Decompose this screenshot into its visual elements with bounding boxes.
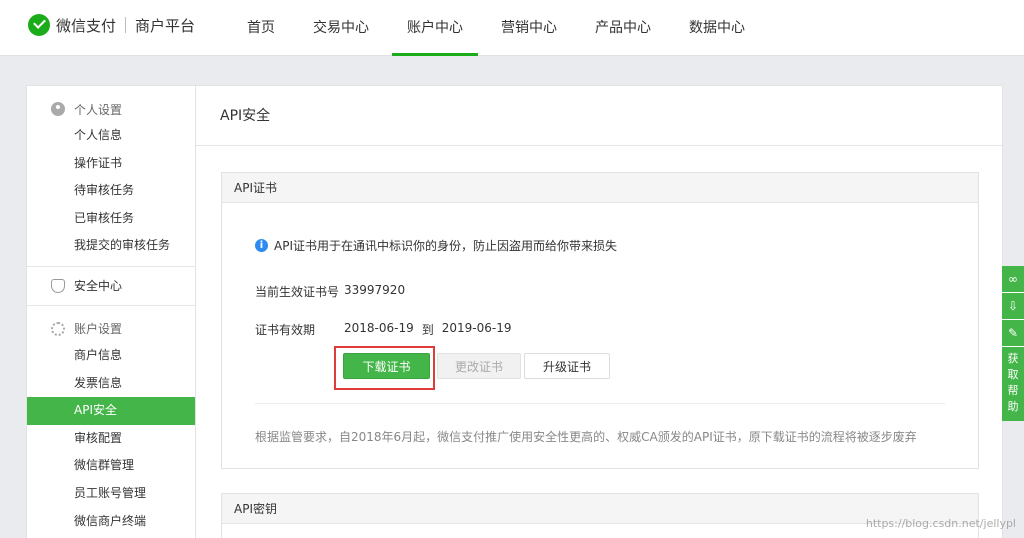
sidebar-head-label: 个人设置 xyxy=(74,102,123,117)
sidebar-head-label: 安全中心 xyxy=(74,279,123,294)
page-title: API安全 xyxy=(196,86,1002,146)
sidebar-item-operation-cert[interactable]: 操作证书 xyxy=(27,150,195,178)
sidebar-group-personal: 个人设置 个人信息 操作证书 待审核任务 已审核任务 我提交的审核任务 xyxy=(27,86,195,267)
nav-home[interactable]: 首页 xyxy=(232,0,290,56)
sidebar-group-account: 账户设置 商户信息 发票信息 API安全 审核配置 微信群管理 员工账号管理 微… xyxy=(27,306,195,538)
cert-number-value: 33997920 xyxy=(344,283,406,297)
shield-icon xyxy=(51,278,65,293)
cert-footnote: 根据监管要求，自2018年6月起，微信支付推广使用安全性更高的、权威CA颁发的A… xyxy=(255,430,917,444)
help-label: 获取帮助 xyxy=(1007,352,1019,413)
sidebar-head-personal: 个人设置 xyxy=(27,96,195,122)
api-key-panel: API密钥 xyxy=(221,493,979,538)
panel-title: API密钥 xyxy=(222,494,978,524)
sidebar-item-pending-tasks[interactable]: 待审核任务 xyxy=(27,177,195,205)
link-icon[interactable]: ∞ xyxy=(1002,266,1024,293)
upgrade-cert-button[interactable]: 升级证书 xyxy=(524,353,610,379)
top-bar: 微信支付 商户平台 首页 交易中心 账户中心 营销中心 产品中心 数据中心 xyxy=(0,0,1024,56)
sidebar-item-review-config[interactable]: 审核配置 xyxy=(27,425,195,453)
watermark: https://blog.csdn.net/jellypl xyxy=(865,517,1016,530)
download-cert-button[interactable]: 下载证书 xyxy=(343,353,430,379)
sidebar-head-account: 账户设置 xyxy=(27,316,195,342)
notice-text: API证书用于在通讯中标识你的身份，防止因盗用而给你带来损失 xyxy=(274,239,617,253)
sidebar: 个人设置 个人信息 操作证书 待审核任务 已审核任务 我提交的审核任务 安全中心… xyxy=(26,85,196,538)
sidebar-item-staff-accounts[interactable]: 员工账号管理 xyxy=(27,480,195,508)
nav-marketing[interactable]: 营销中心 xyxy=(486,0,572,56)
nav-transactions[interactable]: 交易中心 xyxy=(298,0,384,56)
sidebar-item-merchant-info[interactable]: 商户信息 xyxy=(27,342,195,370)
gear-icon xyxy=(51,321,65,336)
valid-from: 2018-06-19 xyxy=(344,321,414,335)
download-icon[interactable]: ⇩ xyxy=(1002,293,1024,320)
logo[interactable]: 微信支付 商户平台 xyxy=(28,14,195,36)
wechat-pay-logo-icon xyxy=(28,14,50,36)
api-cert-panel: API证书 i API证书用于在通讯中标识你的身份，防止因盗用而给你带来损失 当… xyxy=(221,172,979,469)
sidebar-item-personal-info[interactable]: 个人信息 xyxy=(27,122,195,150)
valid-range-separator: 到 xyxy=(421,323,434,337)
cert-validity-row: 证书有效期 2018-06-19 到 2019-06-19 xyxy=(255,321,512,338)
main-content: API安全 API证书 i API证书用于在通讯中标识你的身份，防止因盗用而给你… xyxy=(195,85,1003,538)
side-tools: ∞ ⇩ ✎ 获取帮助 xyxy=(1002,266,1024,421)
sidebar-item-submitted-tasks[interactable]: 我提交的审核任务 xyxy=(27,232,195,260)
sidebar-head-label: 账户设置 xyxy=(74,322,123,337)
main-nav: 首页 交易中心 账户中心 营销中心 产品中心 数据中心 xyxy=(232,0,768,56)
nav-products[interactable]: 产品中心 xyxy=(580,0,666,56)
edit-icon[interactable]: ✎ xyxy=(1002,320,1024,347)
sidebar-item-reviewed-tasks[interactable]: 已审核任务 xyxy=(27,205,195,233)
brand-name: 微信支付 xyxy=(56,16,117,35)
help-button[interactable]: 获取帮助 xyxy=(1002,347,1024,421)
valid-to: 2019-06-19 xyxy=(441,321,512,335)
user-icon xyxy=(51,102,65,116)
info-icon: i xyxy=(255,239,268,252)
cert-number-label: 当前生效证书号 xyxy=(255,285,340,299)
sidebar-item-merchant-terminal[interactable]: 微信商户终端 xyxy=(27,508,195,536)
logo-divider xyxy=(125,17,127,33)
sidebar-item-invoice-info[interactable]: 发票信息 xyxy=(27,370,195,398)
sidebar-group-security: 安全中心 xyxy=(27,267,195,306)
brand-subtitle: 商户平台 xyxy=(135,16,196,35)
panel-divider xyxy=(255,403,945,404)
sidebar-item-wechat-group[interactable]: 微信群管理 xyxy=(27,452,195,480)
nav-account[interactable]: 账户中心 xyxy=(392,0,478,56)
change-cert-button: 更改证书 xyxy=(437,353,521,379)
sidebar-item-security[interactable]: 安全中心 xyxy=(27,273,195,299)
panel-title: API证书 xyxy=(222,173,978,203)
cert-number-row: 当前生效证书号 33997920 xyxy=(255,283,405,300)
nav-data[interactable]: 数据中心 xyxy=(674,0,760,56)
cert-notice: i API证书用于在通讯中标识你的身份，防止因盗用而给你带来损失 xyxy=(255,237,617,254)
cert-validity-label: 证书有效期 xyxy=(255,323,316,337)
sidebar-item-api-security[interactable]: API安全 xyxy=(27,397,195,425)
